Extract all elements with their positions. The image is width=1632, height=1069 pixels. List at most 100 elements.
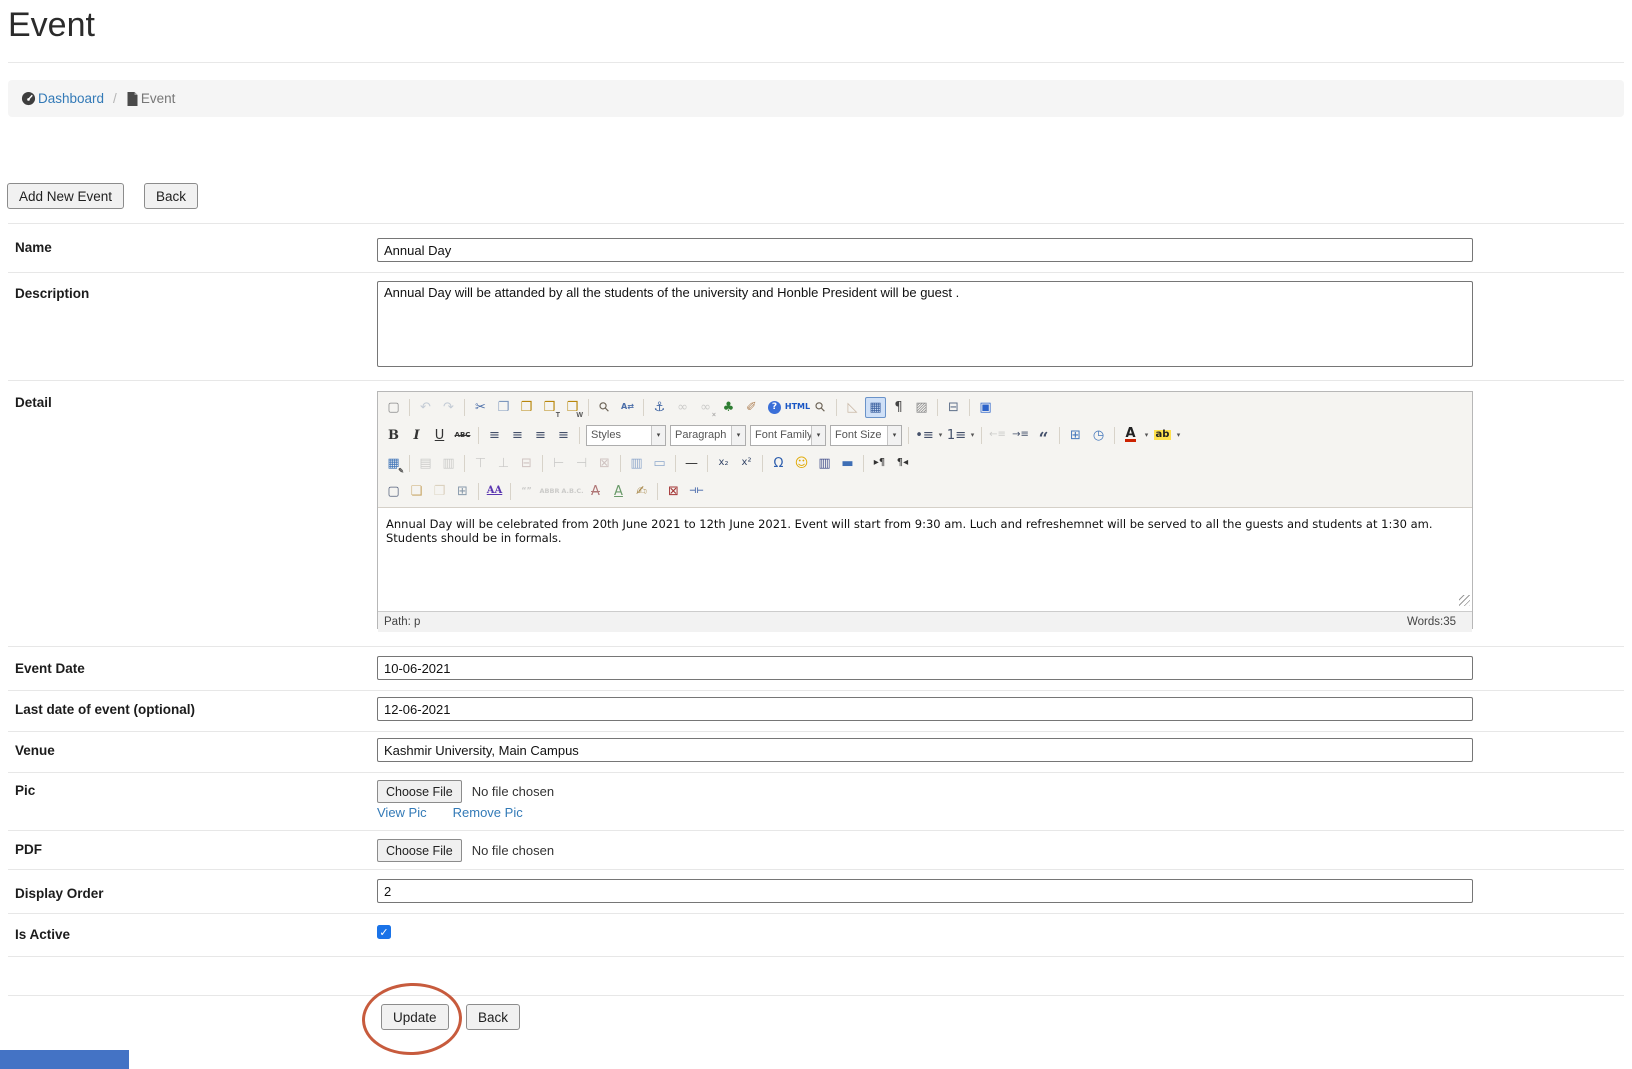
view-pic-link[interactable]: View Pic: [377, 805, 427, 820]
table-cell-properties-icon[interactable]: ▥: [438, 453, 459, 474]
fullscreen-icon[interactable]: ▣: [975, 397, 996, 418]
acronym-icon[interactable]: A.B.C.: [562, 481, 583, 502]
attributes-icon[interactable]: ✍: [631, 481, 652, 502]
back-button-bottom[interactable]: Back: [466, 1004, 520, 1030]
remove-format-icon[interactable]: ◺: [842, 397, 863, 418]
bullet-list-icon[interactable]: •≡: [914, 425, 935, 446]
citation-icon[interactable]: “”: [516, 481, 537, 502]
show-blocks-icon[interactable]: ¶: [888, 397, 909, 418]
format-dropdown[interactable]: Paragraph▾: [670, 425, 746, 446]
numbered-list-icon[interactable]: 1≡: [946, 425, 967, 446]
insert-time-icon[interactable]: ◷: [1088, 425, 1109, 446]
insert-layer-icon[interactable]: ⊞: [452, 481, 473, 502]
insertion-icon[interactable]: A: [608, 481, 629, 502]
copy-icon[interactable]: ❐: [493, 397, 514, 418]
insert-row-after-icon[interactable]: ⊥: [493, 453, 514, 474]
unlink-icon[interactable]: ∞×: [695, 397, 716, 418]
select-layer-icon[interactable]: ▢: [383, 481, 404, 502]
align-center-icon[interactable]: ≡: [507, 425, 528, 446]
pdf-choose-file-button[interactable]: Choose File: [377, 839, 462, 862]
insert-column-after-icon[interactable]: ⊣: [571, 453, 592, 474]
bold-icon[interactable]: B: [383, 425, 404, 446]
font-size-dropdown[interactable]: Font Size▾: [830, 425, 902, 446]
blockquote-icon[interactable]: “: [1033, 425, 1054, 446]
underline-icon[interactable]: U: [429, 425, 450, 446]
merge-cells-icon[interactable]: ▭: [649, 453, 670, 474]
delete-column-icon[interactable]: ⊠: [594, 453, 615, 474]
event-date-input[interactable]: [377, 656, 1473, 680]
find-icon[interactable]: ⚲: [594, 397, 615, 418]
bullet-list-icon-arrow[interactable]: ▾: [936, 426, 945, 445]
horizontal-rule-icon[interactable]: —: [681, 453, 702, 474]
insert-column-before-icon[interactable]: ⊢: [548, 453, 569, 474]
abbreviation-icon[interactable]: ABBR: [539, 481, 560, 502]
rtl-icon[interactable]: ¶◂: [892, 453, 913, 474]
description-textarea[interactable]: [377, 281, 1473, 367]
page-break-icon[interactable]: ⊠: [663, 481, 684, 502]
back-button-top[interactable]: Back: [144, 183, 198, 209]
link-icon[interactable]: ∞: [672, 397, 693, 418]
strikethrough-icon[interactable]: ABC: [452, 425, 473, 446]
superscript-icon[interactable]: x²: [736, 453, 757, 474]
special-char-icon[interactable]: Ω: [768, 453, 789, 474]
insert-table-icon[interactable]: ▦✎: [383, 453, 404, 474]
outdent-icon[interactable]: ←≡: [987, 425, 1008, 446]
paste-from-word-icon[interactable]: ❒W: [562, 397, 583, 418]
editor-content[interactable]: Annual Day will be celebrated from 20th …: [378, 508, 1472, 611]
table-row-properties-icon[interactable]: ▤: [415, 453, 436, 474]
venue-input[interactable]: [377, 738, 1473, 762]
undo-icon[interactable]: ↶: [415, 397, 436, 418]
preview-icon[interactable]: ⚲: [810, 397, 831, 418]
print-icon[interactable]: ⊟: [943, 397, 964, 418]
name-input[interactable]: [377, 238, 1473, 262]
paste-icon[interactable]: ❒: [516, 397, 537, 418]
nonbreaking-icon[interactable]: ⊣⊢: [686, 481, 707, 502]
italic-icon[interactable]: I: [406, 425, 427, 446]
move-forward-icon[interactable]: ❏: [406, 481, 427, 502]
last-date-input[interactable]: [377, 697, 1473, 721]
indent-icon[interactable]: →≡: [1010, 425, 1031, 446]
style-properties-icon[interactable]: AA: [484, 481, 505, 502]
styles-dropdown[interactable]: Styles▾: [586, 425, 666, 446]
ltr-icon[interactable]: ▸¶: [869, 453, 890, 474]
display-order-input[interactable]: [377, 879, 1473, 903]
highlight-color-icon[interactable]: ab: [1152, 425, 1173, 446]
cut-icon[interactable]: ✂: [470, 397, 491, 418]
update-button[interactable]: Update: [381, 1004, 449, 1030]
insert-row-before-icon[interactable]: ⊤: [470, 453, 491, 474]
text-color-icon-arrow[interactable]: ▾: [1142, 426, 1151, 445]
insert-image-icon[interactable]: ♣: [718, 397, 739, 418]
align-left-icon[interactable]: ≡: [484, 425, 505, 446]
paste-as-text-icon[interactable]: ❒T: [539, 397, 560, 418]
find-replace-icon[interactable]: A⇄: [617, 397, 638, 418]
media-icon[interactable]: ▥: [814, 453, 835, 474]
new-document-icon[interactable]: ▢: [383, 397, 404, 418]
is-active-checkbox[interactable]: ✓: [377, 925, 391, 939]
visual-aid-icon[interactable]: ▦: [865, 397, 886, 418]
insert-date-icon[interactable]: ⊞: [1065, 425, 1086, 446]
delete-row-icon[interactable]: ⊟: [516, 453, 537, 474]
page-properties-icon[interactable]: ▨: [911, 397, 932, 418]
align-justify-icon[interactable]: ≡: [553, 425, 574, 446]
help-icon[interactable]: ?: [764, 397, 785, 418]
advanced-hr-icon[interactable]: ▬: [837, 453, 858, 474]
emoticons-icon[interactable]: ☺: [791, 453, 812, 474]
deletion-icon[interactable]: A: [585, 481, 606, 502]
align-right-icon[interactable]: ≡: [530, 425, 551, 446]
pic-choose-file-button[interactable]: Choose File: [377, 780, 462, 803]
add-new-event-button[interactable]: Add New Event: [7, 183, 124, 209]
remove-pic-link[interactable]: Remove Pic: [453, 805, 523, 820]
subscript-icon[interactable]: x₂: [713, 453, 734, 474]
move-backward-icon[interactable]: ❐: [429, 481, 450, 502]
text-color-icon[interactable]: A: [1120, 425, 1141, 446]
breadcrumb-dashboard-link[interactable]: Dashboard: [38, 91, 104, 106]
redo-icon[interactable]: ↷: [438, 397, 459, 418]
anchor-icon[interactable]: ⚓: [649, 397, 670, 418]
numbered-list-icon-arrow[interactable]: ▾: [968, 426, 977, 445]
format-painter-icon[interactable]: ✐: [741, 397, 762, 418]
editor-resize-handle[interactable]: [1459, 595, 1470, 606]
html-source-icon[interactable]: HTML: [787, 397, 808, 418]
highlight-color-icon-arrow[interactable]: ▾: [1174, 426, 1183, 445]
split-cells-icon[interactable]: ▥: [626, 453, 647, 474]
font-family-dropdown[interactable]: Font Family▾: [750, 425, 826, 446]
